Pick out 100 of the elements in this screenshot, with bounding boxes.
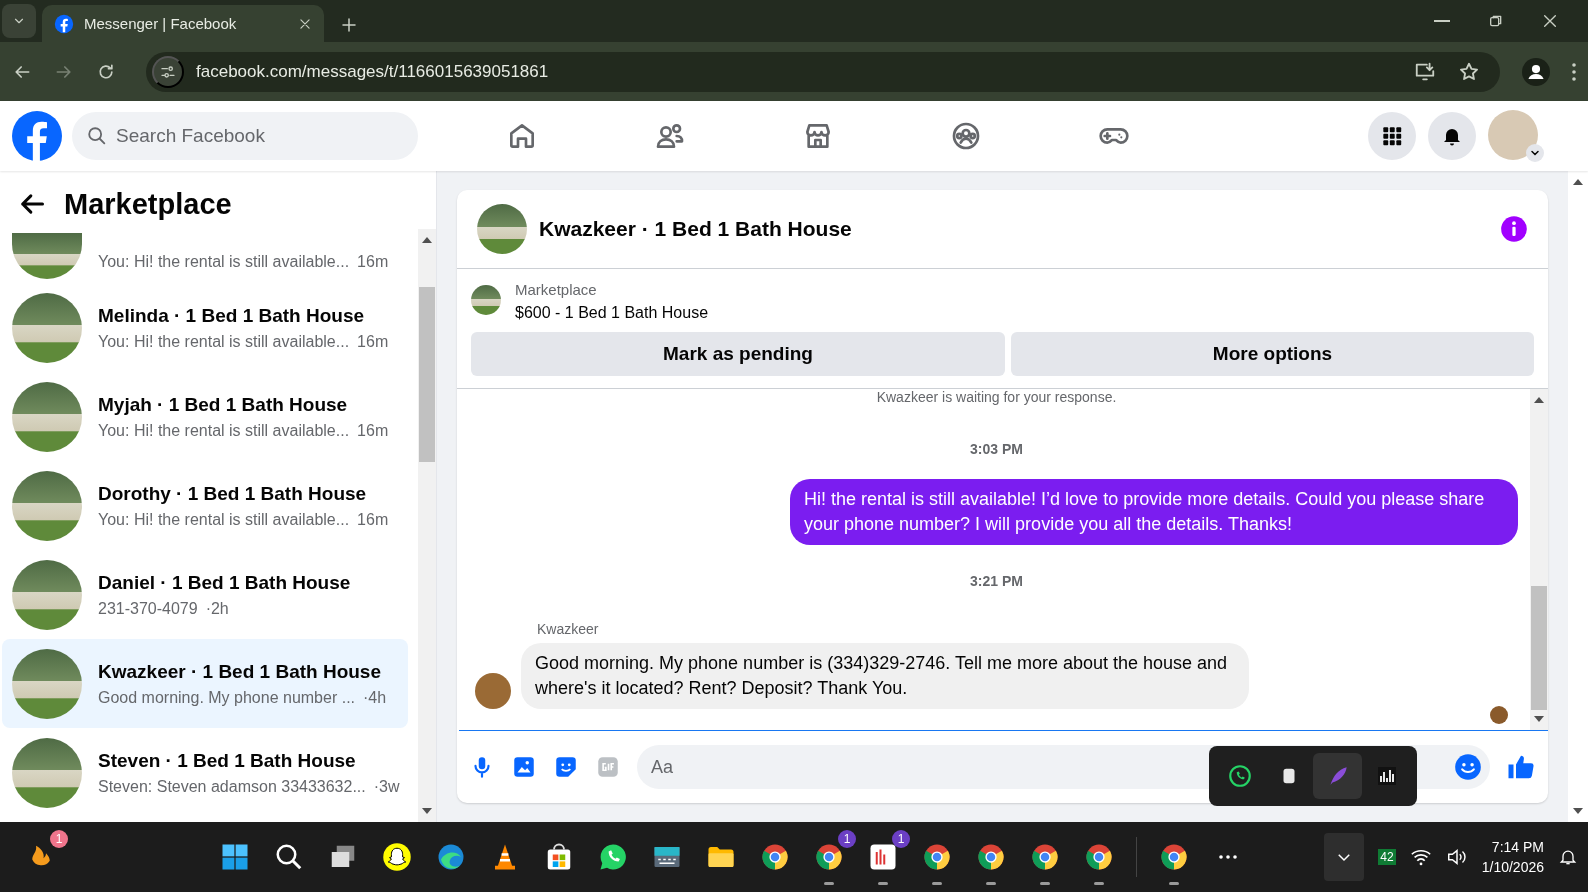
- sidebar-title: Marketplace: [64, 187, 232, 221]
- message-time: 16m: [357, 332, 389, 351]
- message-preview: You: Hi! the rental is still available...: [98, 253, 350, 271]
- close-window-button[interactable]: [1542, 13, 1558, 29]
- conversation-name: Melinda · 1 Bed 1 Bath House: [98, 304, 366, 327]
- browser-icon: [922, 842, 952, 872]
- chat-title: Kwazkeer · 1 Bed 1 Bath House: [539, 217, 853, 241]
- group-circle-icon: [950, 120, 982, 152]
- search-icon: [274, 842, 304, 872]
- sender-name: Kwazkeer: [537, 621, 600, 637]
- install-button[interactable]: [1414, 60, 1436, 83]
- listing-title: $600 - 1 Bed 1 Bath House: [515, 304, 709, 322]
- phone-bubble-icon: [1226, 763, 1253, 789]
- photo-placeholder: [477, 204, 527, 254]
- browser-icon: [1159, 842, 1189, 872]
- scrollbar[interactable]: [1568, 171, 1588, 822]
- image-icon: [511, 754, 537, 780]
- menu-button[interactable]: [1368, 112, 1416, 160]
- close-icon: [1542, 13, 1558, 29]
- message-time: ·2h: [205, 599, 229, 618]
- browser-icon: [814, 842, 844, 872]
- conversation-name: Kwazkeer · 1 Bed 1 Bath House: [98, 660, 382, 683]
- conversation-name: Daniel · 1 Bed 1 Bath House: [98, 571, 351, 594]
- close-tab-button[interactable]: [298, 16, 312, 31]
- conversation-name: Steven · 1 Bed 1 Bath House: [98, 749, 357, 772]
- browser-icon: [1030, 842, 1060, 872]
- timestamp: 3:21 PM: [969, 573, 1024, 589]
- notification-badge: 1: [892, 830, 910, 848]
- scrollbar[interactable]: [1530, 389, 1548, 730]
- more-vertical-icon: [1572, 62, 1576, 81]
- speaker-icon[interactable]: [1445, 846, 1468, 868]
- profile-button[interactable]: [1522, 57, 1550, 86]
- menu-button[interactable]: [1572, 62, 1576, 81]
- facebook-logo-icon[interactable]: [12, 111, 62, 161]
- running-indicator: [1169, 882, 1179, 885]
- browser-icon: [1084, 842, 1114, 872]
- info-button[interactable]: [1500, 215, 1528, 243]
- conversation-item[interactable]: Dorothy · 1 Bed 1 Bath House You: Hi! the rental is still available... 16m: [2, 461, 408, 550]
- clock-time[interactable]: 7:14 PM: [1491, 839, 1544, 855]
- photo-placeholder: [471, 285, 501, 315]
- site-settings-button[interactable]: [152, 55, 184, 88]
- minimize-icon: [1434, 20, 1450, 22]
- sticker-button[interactable]: [553, 754, 579, 780]
- message-time: ·3w: [373, 777, 400, 796]
- gif-icon: [595, 754, 621, 780]
- person-icon: [1522, 57, 1550, 86]
- status-notice: Kwazkeer is waiting for your response.: [875, 389, 1118, 405]
- close-icon: [298, 16, 312, 31]
- f-logo-icon: [54, 13, 74, 34]
- account-menu-button[interactable]: [1526, 144, 1544, 162]
- monitor-download-icon: [1414, 60, 1436, 83]
- conversation-item[interactable]: Steven · 1 Bed 1 Bath House Steven: Steven adamson 33433632... ·3w: [2, 728, 408, 817]
- listing-label: Marketplace: [515, 281, 598, 298]
- notifications-button[interactable]: [1428, 112, 1476, 160]
- plus-icon: [340, 16, 358, 34]
- search-icon: [86, 125, 108, 147]
- message-time: 16m: [357, 253, 389, 271]
- new-tab-button[interactable]: [340, 16, 358, 34]
- read-receipt-avatar: [1490, 706, 1508, 724]
- browser-icon: [976, 842, 1006, 872]
- smiley-icon: [1454, 753, 1482, 781]
- chat-phone-icon: [598, 842, 628, 872]
- ghost-icon: [382, 842, 412, 872]
- globe-wave-icon: [436, 842, 466, 872]
- conversation-name: Dorothy · 1 Bed 1 Bath House: [98, 482, 368, 505]
- conversation-item[interactable]: Myjah · 1 Bed 1 Bath House You: Hi! the rental is still available... 16m: [2, 372, 408, 461]
- running-indicator: [878, 882, 888, 885]
- photo-button[interactable]: [511, 754, 537, 780]
- sent-message: Hi! the rental is still available! I’d love to provide more details. Could you please share your phone number? I will provide you all the details. Thanks!: [790, 479, 1518, 545]
- notification-badge: 1: [838, 830, 856, 848]
- tab-title: Messenger | Facebook: [84, 15, 238, 32]
- bookmark-button[interactable]: [1458, 60, 1480, 83]
- emoji-button[interactable]: [1454, 753, 1482, 781]
- scrollbar[interactable]: [418, 229, 436, 822]
- conversation-item[interactable]: Kwazkeer · 1 Bed 1 Bath House Good morning. My phone number ... ·4h: [2, 639, 408, 728]
- received-message: Good morning. My phone number is (334)329-2746. Tell me more about the house and where's it located? Rent? Deposit? Thank You.: [521, 643, 1249, 709]
- running-indicator: [986, 882, 996, 885]
- message-time: 16m: [357, 510, 389, 529]
- browser-icon: [760, 842, 790, 872]
- sender-avatar: [475, 673, 511, 709]
- more-horizontal-icon: [1218, 855, 1238, 859]
- running-indicator: [932, 882, 942, 885]
- info-icon: [1500, 215, 1528, 243]
- search-field[interactable]: Search Facebook: [72, 112, 418, 160]
- notification-badge: 1: [50, 830, 68, 848]
- clock-date[interactable]: 1/10/2026: [1481, 859, 1544, 875]
- conversation-item[interactable]: Daniel · 1 Bed 1 Bath House 231-370-4079 ·2h: [2, 550, 408, 639]
- mark-pending-button[interactable]: Mark as pending: [471, 332, 1005, 376]
- timestamp: 3:03 PM: [969, 441, 1024, 457]
- sticker-icon: [553, 754, 579, 780]
- more-options-button[interactable]: More options: [1011, 332, 1534, 376]
- windows-start-icon: [220, 842, 250, 872]
- star-icon: [1458, 60, 1480, 83]
- tray-counter[interactable]: 42: [1378, 849, 1396, 865]
- chart-app-icon: [868, 842, 898, 872]
- running-indicator: [1094, 882, 1104, 885]
- restore-button[interactable]: [1488, 13, 1504, 29]
- conversation-item[interactable]: Melinda · 1 Bed 1 Bath House You: Hi! the rental is still available... 16m: [2, 283, 408, 372]
- browser-tab[interactable]: Messenger | Facebook: [42, 5, 324, 42]
- conversation-item[interactable]: You: Hi! the rental is still available... 16m: [2, 229, 408, 283]
